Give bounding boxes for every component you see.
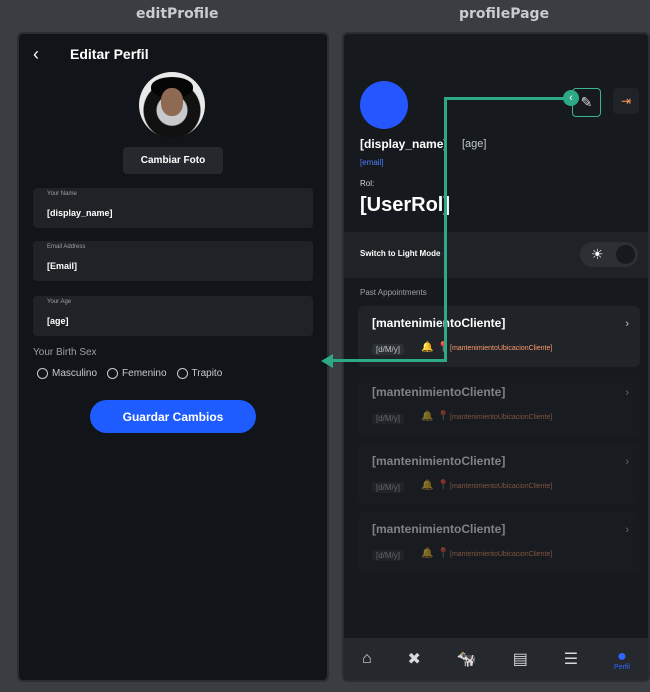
nav-home[interactable]: ⌂ — [362, 650, 372, 668]
bell-icon: 🔔 — [421, 342, 434, 353]
appointment-location: [mantenimientoUbicacionCliente] — [450, 483, 553, 490]
radio-trapito[interactable]: Trapito — [176, 368, 223, 379]
radio-circle-icon — [37, 368, 48, 379]
birth-sex-radio-group: Masculino Femenino Trapito — [37, 368, 222, 379]
name-field-value: [display_name] — [47, 208, 113, 218]
light-mode-label: Switch to Light Mode — [360, 249, 441, 258]
appointment-card[interactable]: [mantenimientoCliente] › [d/M/y] 🔔 📍 [ma… — [358, 375, 640, 436]
change-photo-button[interactable]: Cambiar Foto — [123, 147, 223, 174]
name-field[interactable]: Your Name [display_name] — [33, 188, 313, 228]
age-field-value: [age] — [47, 316, 69, 326]
radio-circle-icon — [107, 368, 119, 379]
flow-connector-line — [444, 97, 577, 100]
appointment-card[interactable]: [mantenimientoCliente] › [d/M/y] 🔔 📍 [ma… — [358, 512, 640, 573]
appointment-title: [mantenimientoCliente] — [372, 316, 506, 330]
home-icon: ⌂ — [361, 650, 372, 667]
nav-map[interactable]: ▤ — [513, 649, 528, 669]
appointment-card[interactable]: [mantenimientoCliente] › [d/M/y] 🔔 📍 [ma… — [358, 444, 640, 505]
radio-masculino-label: Masculino — [52, 368, 98, 379]
email-field[interactable]: Email Address [Email] — [33, 241, 313, 281]
flow-arrow-head — [321, 354, 333, 368]
radio-femenino-label: Femenino — [122, 368, 167, 379]
avatar — [360, 81, 408, 129]
radio-femenino[interactable]: Femenino — [107, 368, 167, 379]
appointment-title: [mantenimientoCliente] — [372, 522, 506, 536]
nav-list[interactable]: ☰ — [564, 649, 578, 669]
frame-title-profile-page: profilePage — [459, 6, 550, 22]
location-pin-icon: 📍 — [437, 548, 450, 559]
chevron-right-icon: › — [625, 524, 629, 536]
bell-icon: 🔔 — [421, 480, 434, 491]
chevron-right-icon: › — [625, 387, 629, 399]
age-field-label: Your Age — [47, 299, 72, 305]
profile-screen: ✎ ⇥ [display_name] [age] [email] Rol: [U… — [342, 32, 650, 682]
profile-photo — [139, 72, 205, 138]
face-shape — [161, 88, 183, 116]
chevron-right-icon: › — [625, 318, 629, 330]
connector-handle-icon: ‹ — [563, 90, 579, 106]
flow-connector-line — [333, 359, 447, 362]
radio-masculino[interactable]: Masculino — [37, 368, 97, 379]
appointment-date: [d/M/y] — [372, 413, 405, 424]
rol-label: Rol: — [360, 179, 375, 188]
frame-title-edit-profile: editProfile — [136, 6, 219, 22]
save-changes-button[interactable]: Guardar Cambios — [90, 400, 256, 433]
email-field-value: [Email] — [47, 261, 78, 271]
age-text: [age] — [462, 138, 487, 150]
email-text: [email] — [360, 158, 384, 167]
flow-connector-line — [444, 97, 447, 360]
edit-profile-screen: ‹ Editar Perfil Cambiar Foto Your Name [… — [17, 32, 329, 682]
pencil-icon: ✎ — [580, 94, 593, 110]
display-name: [display_name] — [360, 137, 448, 151]
nav-tools[interactable]: ✖ — [408, 649, 421, 669]
location-pin-icon: 📍 — [437, 411, 450, 422]
radio-trapito-label: Trapito — [191, 368, 223, 379]
cow-icon: 🐄 — [456, 651, 477, 668]
sun-icon: ☀ — [591, 246, 604, 262]
bell-icon: 🔔 — [421, 548, 434, 559]
nav-profile-label: Perfil — [614, 663, 630, 671]
birth-sex-label: Your Birth Sex — [33, 347, 97, 358]
toggle-knob — [616, 245, 635, 264]
bottom-navigation: ⌂ ✖ 🐄 ▤ ☰ ● Perfil — [344, 638, 648, 680]
bell-icon: 🔔 — [421, 411, 434, 422]
age-field[interactable]: Your Age [age] — [33, 296, 313, 336]
appointment-location: [mantenimientoUbicacionCliente] — [450, 345, 553, 352]
map-icon: ▤ — [512, 651, 528, 668]
page-title: Editar Perfil — [70, 46, 149, 62]
appointment-date: [d/M/y] — [372, 344, 405, 355]
light-mode-toggle[interactable]: ☀ — [580, 242, 638, 267]
name-field-label: Your Name — [47, 191, 77, 197]
appointment-location: [mantenimientoUbicacionCliente] — [450, 551, 553, 558]
appointment-date: [d/M/y] — [372, 482, 405, 493]
back-chevron-icon[interactable]: ‹ — [33, 44, 39, 65]
appointment-date: [d/M/y] — [372, 550, 405, 561]
logout-icon: ⇥ — [620, 94, 632, 108]
appointment-card[interactable]: [mantenimientoCliente] › [d/M/y] 🔔 📍 [ma… — [358, 306, 640, 367]
rol-value: [UserRol] — [360, 194, 451, 216]
chevron-right-icon: › — [625, 456, 629, 468]
appointment-title: [mantenimientoCliente] — [372, 385, 506, 399]
light-mode-row: Switch to Light Mode ☀ — [344, 232, 648, 278]
nav-profile[interactable]: ● Perfil — [614, 648, 630, 671]
location-pin-icon: 📍 — [437, 480, 450, 491]
user-icon: ● — [617, 647, 627, 665]
appointment-location: [mantenimientoUbicacionCliente] — [450, 414, 553, 421]
past-appointments-title: Past Appointments — [360, 288, 427, 297]
email-field-label: Email Address — [47, 244, 86, 250]
tools-icon: ✖ — [407, 651, 421, 668]
radio-circle-icon — [176, 368, 188, 379]
list-icon: ☰ — [563, 651, 579, 668]
appointment-title: [mantenimientoCliente] — [372, 454, 506, 468]
nav-cattle[interactable]: 🐄 — [457, 649, 477, 669]
logout-button[interactable]: ⇥ — [613, 88, 639, 114]
